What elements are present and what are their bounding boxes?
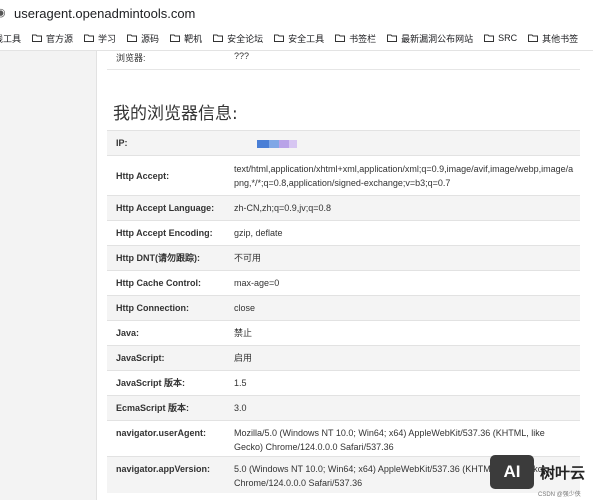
bookmark-folder[interactable]: 官方源	[32, 32, 73, 45]
site-info-icon[interactable]: ◉	[0, 7, 8, 19]
table-row: navigator.userAgent: Mozilla/5.0 (Window…	[107, 420, 580, 457]
row-key: EcmaScript 版本:	[107, 395, 234, 421]
bookmark-label: 官方源	[46, 33, 74, 44]
table-row: Http Accept Language: zh-CN,zh;q=0.9,jv;…	[107, 195, 580, 221]
folder-icon	[84, 34, 95, 42]
url-text[interactable]: useragent.openadmintools.com	[14, 6, 195, 21]
table-row: EcmaScript 版本: 3.0	[107, 395, 580, 421]
folder-icon	[528, 34, 539, 42]
bookmark-folder[interactable]: 靶机	[170, 32, 202, 45]
bookmark-folder[interactable]: 源码	[127, 32, 159, 45]
row-value: max-age=0	[234, 270, 580, 296]
row-key: Http Connection:	[107, 295, 234, 321]
row-key: Http Accept:	[107, 155, 234, 196]
row-key: Http Accept Language:	[107, 195, 234, 221]
row-value: 启用	[234, 345, 580, 371]
watermark-credit: CSDN @强少侠	[538, 492, 581, 498]
folder-icon	[170, 34, 181, 42]
bookmarks-bar: 线工具 官方源 学习 源码 靶机 安全论坛 安全工具 书签栏 最新漏洞公布网站 …	[0, 26, 593, 51]
bookmark-label: 学习	[98, 33, 117, 44]
browser-key: 浏览器:	[116, 53, 146, 63]
mask-block	[289, 139, 297, 148]
bookmark-label: 靶机	[184, 33, 203, 44]
bookmark-label: 安全论坛	[227, 33, 264, 44]
bookmark-folder[interactable]: SRC	[484, 33, 517, 43]
bookmark-folder[interactable]: 安全论坛	[213, 32, 263, 45]
section-title: 我的浏览器信息:	[113, 104, 238, 124]
row-key: Java:	[107, 320, 234, 346]
bookmark-label: 书签栏	[349, 33, 377, 44]
table-row: JavaScript 版本: 1.5	[107, 370, 580, 396]
mask-block	[269, 139, 279, 148]
row-value: gzip, deflate	[234, 220, 580, 246]
row-key: navigator.appVersion:	[107, 456, 234, 493]
bookmark-folder[interactable]: 书签栏	[335, 32, 376, 45]
table-row: IP:	[107, 130, 580, 156]
row-value: Mozilla/5.0 (Windows NT 10.0; Win64; x64…	[234, 420, 580, 457]
ip-redaction-mask	[257, 139, 317, 148]
browser-value: ???	[234, 51, 250, 61]
row-value: text/html,application/xhtml+xml,applicat…	[234, 155, 580, 196]
row-key: Http Accept Encoding:	[107, 220, 234, 246]
bookmark-folder[interactable]: 最新漏洞公布网站	[387, 32, 473, 45]
mask-block	[257, 139, 269, 148]
folder-icon	[274, 34, 285, 42]
bookmark-label: 其他书签	[542, 33, 579, 44]
row-value: 不可用	[234, 245, 580, 271]
row-value: zh-CN,zh;q=0.9,jv;q=0.8	[234, 195, 580, 221]
bookmark-label: SRC	[498, 33, 518, 43]
folder-icon	[484, 34, 495, 42]
folder-icon	[32, 34, 43, 42]
row-key: navigator.userAgent:	[107, 420, 234, 457]
bookmark-folder[interactable]: 其他书签	[528, 32, 578, 45]
ip-value	[234, 130, 580, 156]
browser-info-table: IP: Http Accept: text/html,application/x…	[107, 130, 580, 493]
row-key: IP:	[107, 130, 234, 156]
bookmark-item[interactable]: 线工具	[0, 32, 21, 45]
bookmark-folder[interactable]: 安全工具	[274, 32, 324, 45]
table-row: Http Connection: close	[107, 295, 580, 321]
folder-icon	[387, 34, 398, 42]
folder-icon	[213, 34, 224, 42]
row-key: Http DNT(请勿跟踪):	[107, 245, 234, 271]
folder-icon	[335, 34, 346, 42]
row-value: 1.5	[234, 370, 580, 396]
table-row: Http Accept Encoding: gzip, deflate	[107, 220, 580, 246]
bookmark-label: 安全工具	[288, 33, 325, 44]
table-row: Http Cache Control: max-age=0	[107, 270, 580, 296]
watermark-name: 树叶云	[540, 465, 586, 482]
folder-icon	[127, 34, 138, 42]
table-row: Http Accept: text/html,application/xhtml…	[107, 155, 580, 196]
table-row: Http DNT(请勿跟踪): 不可用	[107, 245, 580, 271]
bookmark-folder[interactable]: 学习	[84, 32, 116, 45]
row-key: JavaScript 版本:	[107, 370, 234, 396]
row-key: JavaScript:	[107, 345, 234, 371]
bookmark-label: 源码	[141, 33, 160, 44]
watermark: AI 树叶云 CSDN @强少侠	[490, 455, 590, 500]
watermark-logo: AI	[490, 455, 534, 489]
row-key: Http Cache Control:	[107, 270, 234, 296]
bookmark-label: 最新漏洞公布网站	[401, 33, 474, 44]
row-value: 禁止	[234, 320, 580, 346]
table-row: Java: 禁止	[107, 320, 580, 346]
table-row: JavaScript: 启用	[107, 345, 580, 371]
mask-block	[279, 139, 289, 148]
row-value: close	[234, 295, 580, 321]
row-value: 3.0	[234, 395, 580, 421]
bookmark-label: 线工具	[0, 33, 22, 44]
browser-row: 浏览器: ???	[107, 51, 580, 70]
address-bar[interactable]: ◉ useragent.openadmintools.com	[0, 0, 593, 26]
